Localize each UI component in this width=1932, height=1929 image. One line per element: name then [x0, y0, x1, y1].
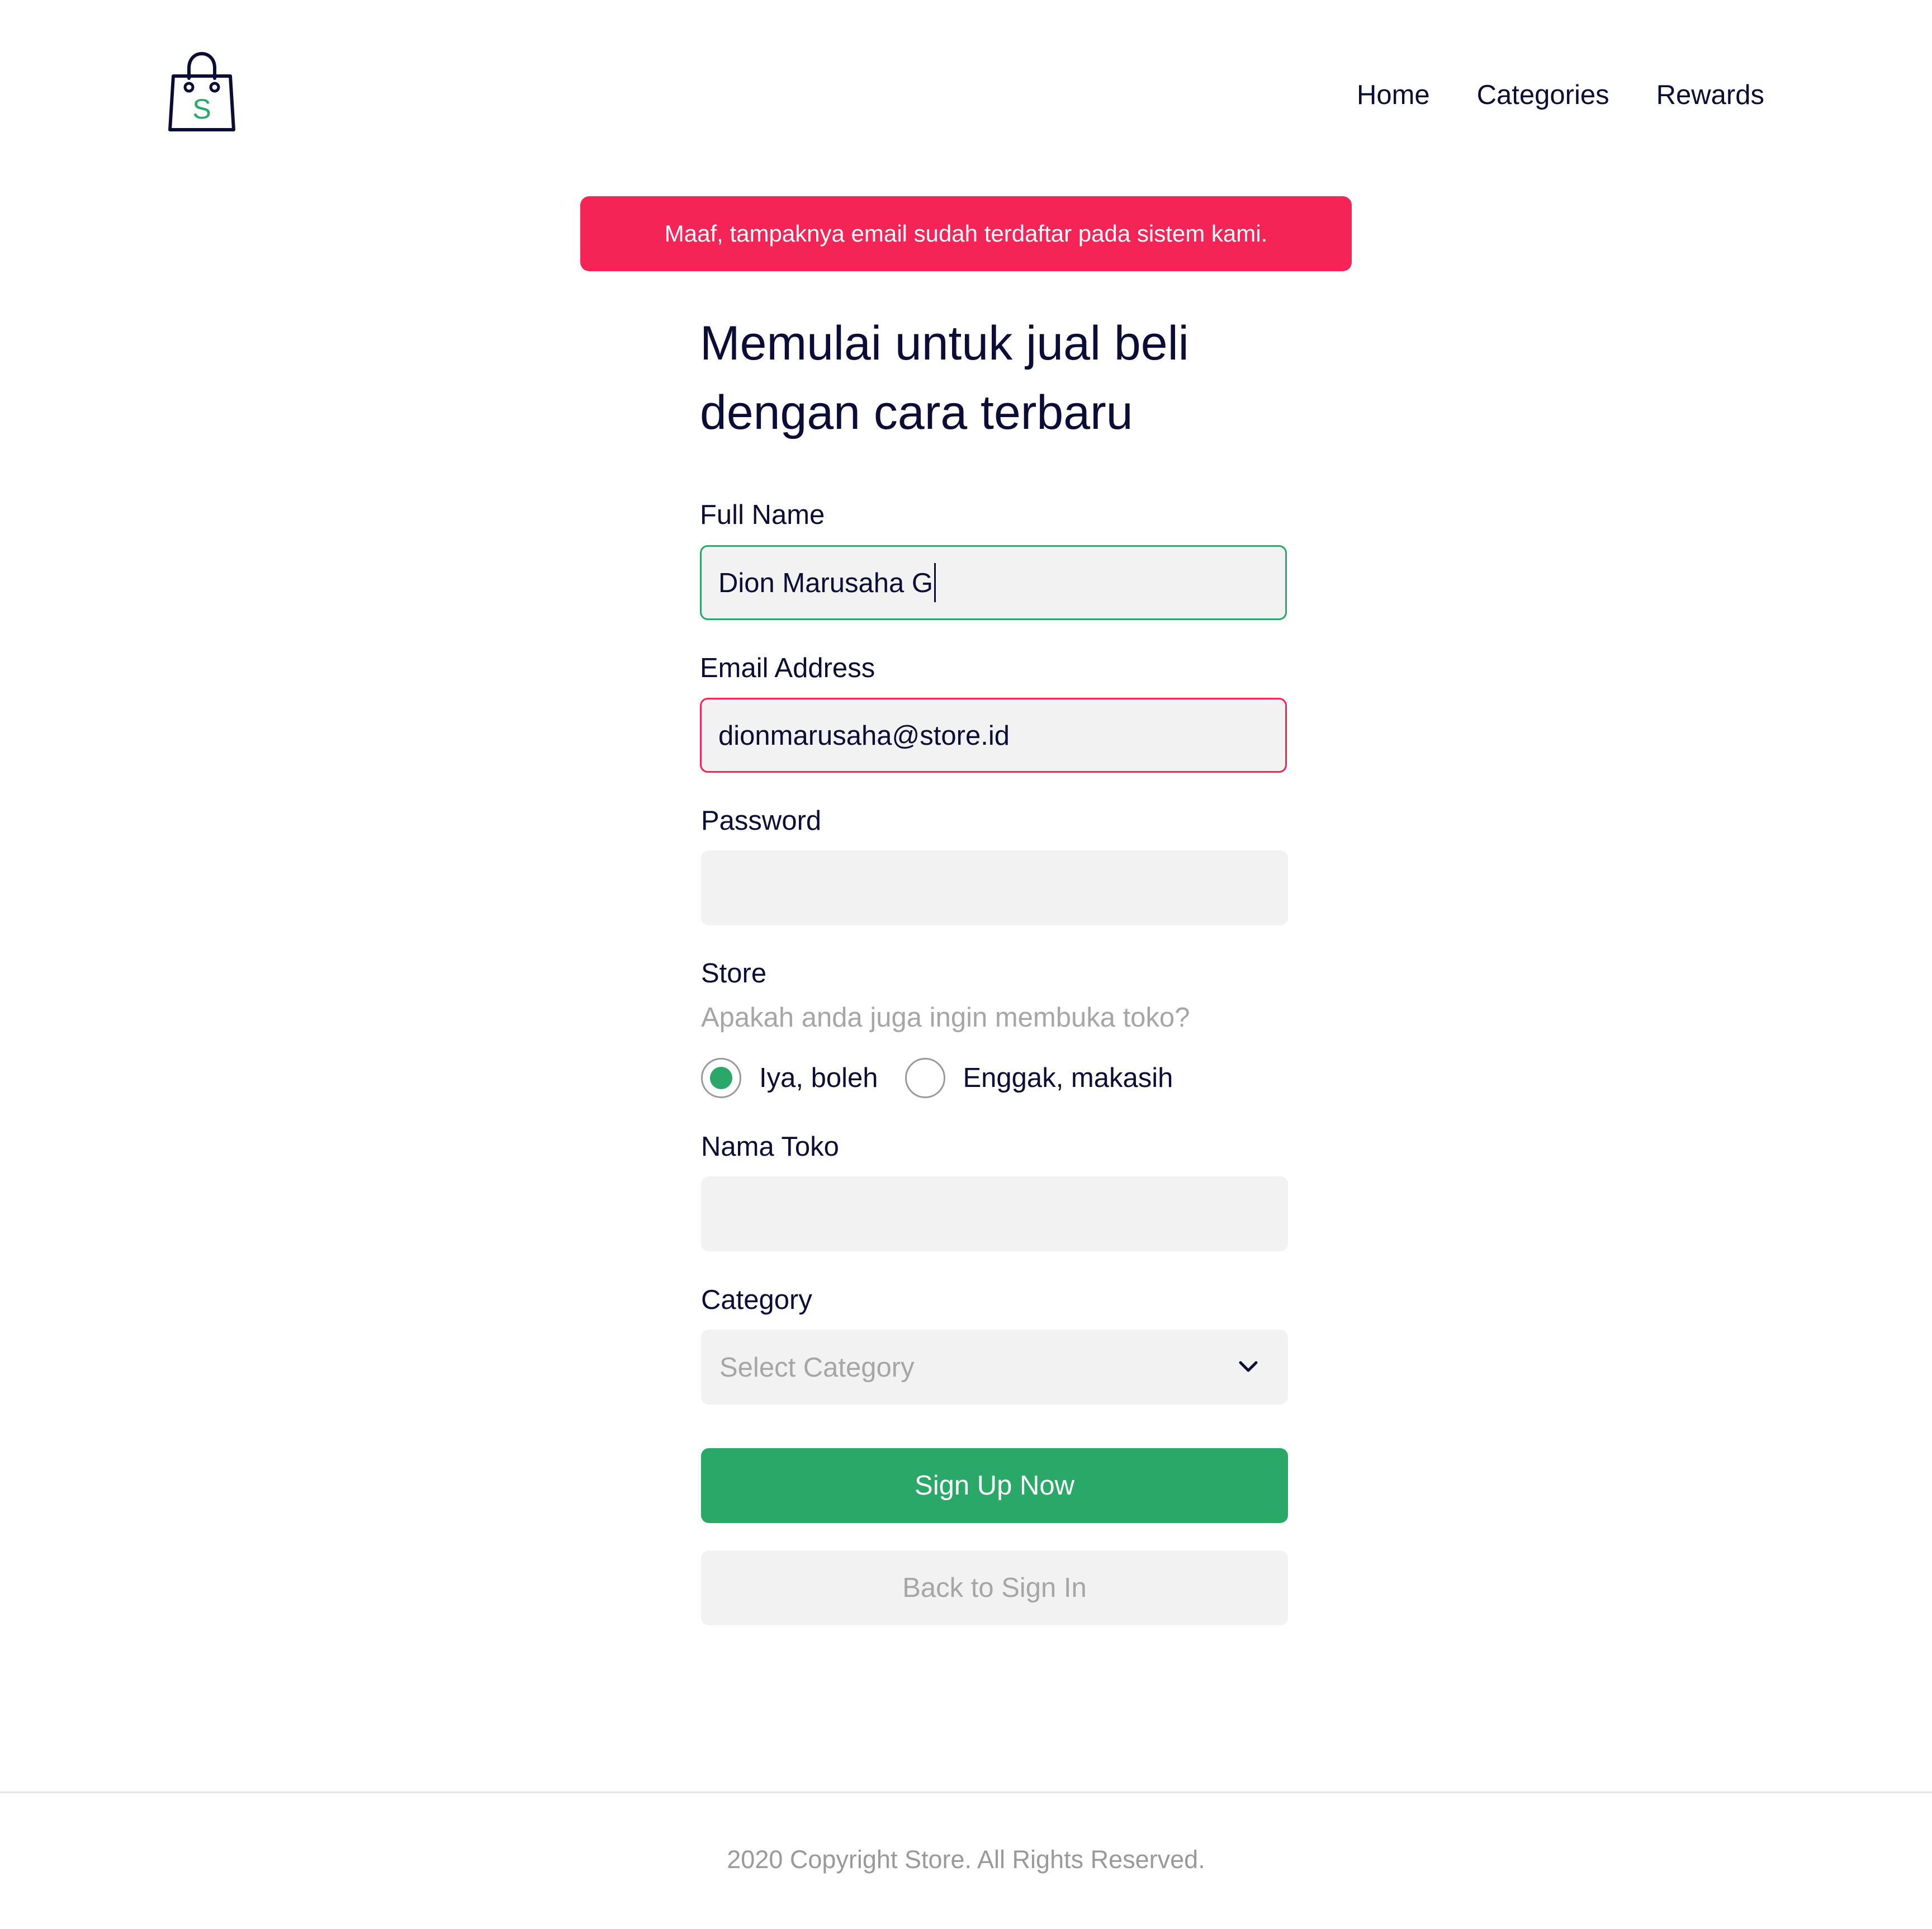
nav-home-link[interactable]: Home: [1357, 75, 1430, 115]
category-label: Category: [701, 1285, 812, 1315]
store-radio-group: Iya, boleh Enggak, makasih: [701, 1058, 1173, 1098]
error-alert: Maaf, tampaknya email sudah terdaftar pa…: [580, 196, 1352, 271]
email-input[interactable]: dionmarusaha@store.id: [700, 698, 1287, 773]
category-select[interactable]: Select Category: [701, 1330, 1288, 1405]
full-name-label: Full Name: [700, 500, 825, 530]
sign-up-button[interactable]: Sign Up Now: [701, 1448, 1288, 1523]
store-name-label: Nama Toko: [701, 1132, 839, 1162]
chevron-down-icon: [1239, 1361, 1258, 1372]
email-value: dionmarusaha@store.id: [718, 721, 1010, 751]
footer-copyright: 2020 Copyright Store. All Rights Reserve…: [727, 1845, 1205, 1874]
store-yes-radio[interactable]: [701, 1058, 741, 1098]
text-cursor: [934, 563, 936, 603]
store-bag-logo-icon[interactable]: S: [165, 49, 238, 134]
store-yes-label[interactable]: Iya, boleh: [759, 1062, 878, 1094]
full-name-value: Dion Marusaha G: [718, 568, 934, 598]
signup-page: S Home Categories Rewards Maaf, tampakny…: [0, 0, 1932, 1929]
store-name-input[interactable]: [701, 1176, 1288, 1251]
nav-categories-link[interactable]: Categories: [1477, 75, 1609, 115]
back-to-sign-in-button[interactable]: Back to Sign In: [701, 1550, 1288, 1625]
signup-form: Memulai untuk jual beli dengan cara terb…: [700, 309, 1288, 1625]
page-title-line-2: dengan cara terbaru: [700, 386, 1133, 439]
store-label: Store: [701, 958, 767, 989]
email-label: Email Address: [700, 653, 875, 683]
footer-divider: [0, 1791, 1932, 1793]
password-input[interactable]: [701, 850, 1288, 925]
nav-rewards-link[interactable]: Rewards: [1656, 75, 1764, 115]
logo-letter: S: [192, 93, 211, 125]
full-name-input[interactable]: Dion Marusaha G: [700, 545, 1287, 620]
store-no-label[interactable]: Enggak, makasih: [963, 1062, 1173, 1094]
store-question: Apakah anda juga ingin membuka toko?: [701, 1003, 1190, 1033]
password-label: Password: [701, 806, 822, 836]
page-title-line-1: Memulai untuk jual beli: [700, 316, 1189, 370]
category-placeholder: Select Category: [719, 1353, 915, 1383]
store-no-radio[interactable]: [905, 1058, 945, 1098]
page-title: Memulai untuk jual beli dengan cara terb…: [700, 309, 1315, 447]
main-nav: Home Categories Rewards: [1357, 75, 1764, 115]
